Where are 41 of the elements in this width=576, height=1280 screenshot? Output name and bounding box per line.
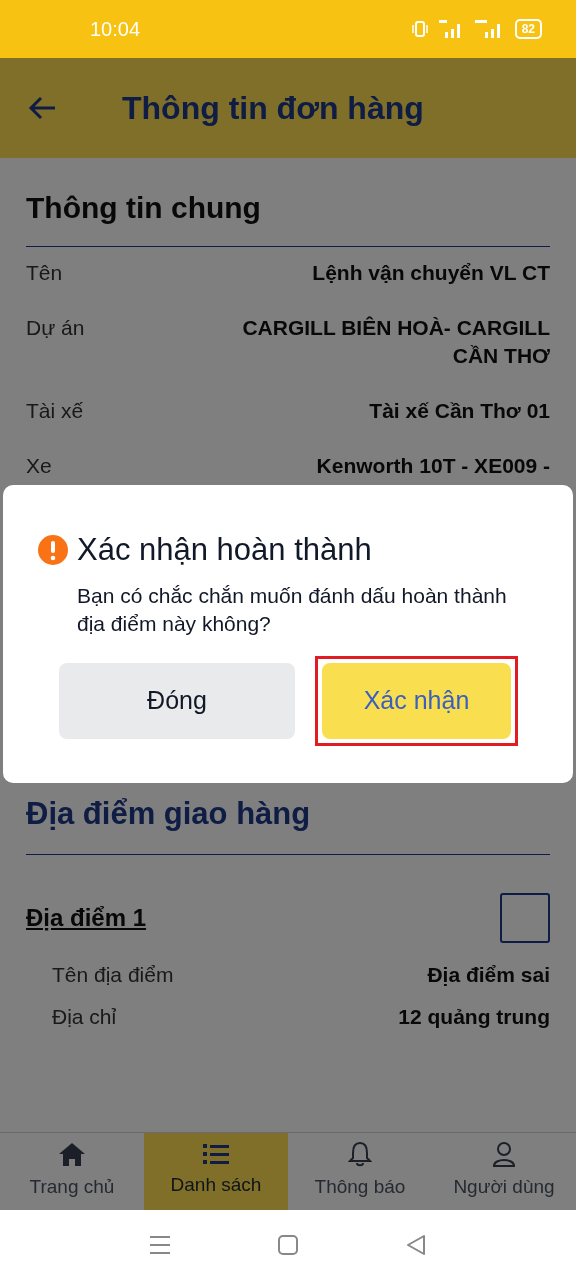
clock: 10:04 bbox=[90, 17, 141, 42]
back-arrow-icon bbox=[28, 96, 56, 120]
back-icon[interactable] bbox=[405, 1234, 427, 1256]
vibrate-icon bbox=[410, 20, 429, 38]
dialog-message: Bạn có chắc chắn muốn đánh dấu hoàn thành địa điểm này không? bbox=[77, 582, 508, 637]
battery-indicator: 82 bbox=[514, 19, 542, 39]
field-label: Tên bbox=[26, 260, 63, 286]
field-label: Dự án bbox=[26, 315, 85, 341]
tab-label: Danh sách bbox=[170, 1173, 262, 1198]
field-label: Tài xế bbox=[26, 398, 84, 424]
field-label: Tên địa điểm bbox=[52, 962, 174, 988]
section-heading: Địa điểm giao hàng bbox=[26, 795, 312, 833]
dialog-button[interactable]: Đóng bbox=[59, 662, 295, 739]
tab-label: Người dùng bbox=[453, 1175, 555, 1200]
nav-tab[interactable]: Thông báo bbox=[288, 1133, 432, 1210]
field-value: 12 quảng trung bbox=[398, 1003, 550, 1030]
field-label: Địa chỉ bbox=[52, 1003, 117, 1030]
field-value: CARGILL BIÊN HOÀ- CARGILL CẦN THƠ bbox=[241, 315, 550, 369]
nav-tab[interactable]: Người dùng bbox=[432, 1133, 576, 1210]
bell-icon bbox=[348, 1141, 372, 1168]
home-button-icon[interactable] bbox=[277, 1234, 299, 1256]
list-icon bbox=[203, 1143, 229, 1166]
field-value: Kenworth 10T - XE009 - bbox=[316, 453, 550, 479]
checkbox[interactable] bbox=[500, 893, 550, 943]
section-heading: Thông tin chung bbox=[26, 190, 262, 226]
field-value: Tài xế Cần Thơ 01 bbox=[369, 398, 550, 424]
nav-tab[interactable]: Trang chủ bbox=[0, 1133, 144, 1210]
field-value: Địa điểm sai bbox=[427, 962, 550, 988]
location-title: Địa điểm 1 bbox=[26, 903, 147, 933]
page-title: Thông tin đơn hàng bbox=[122, 89, 424, 128]
warning-icon bbox=[37, 534, 69, 567]
dialog-button[interactable]: Xác nhận bbox=[322, 662, 511, 739]
nav-tab[interactable]: Danh sách bbox=[144, 1133, 288, 1210]
tab-label: Thông báo bbox=[314, 1175, 406, 1200]
user-icon bbox=[492, 1141, 516, 1168]
field-label: Xe bbox=[26, 453, 52, 479]
dialog-title: Xác nhận hoàn thành bbox=[77, 531, 372, 569]
home-icon bbox=[58, 1141, 86, 1168]
field-value: Lệnh vận chuyển VL CT bbox=[312, 260, 550, 286]
menu-icon[interactable] bbox=[149, 1235, 171, 1255]
tab-label: Trang chủ bbox=[29, 1175, 115, 1200]
